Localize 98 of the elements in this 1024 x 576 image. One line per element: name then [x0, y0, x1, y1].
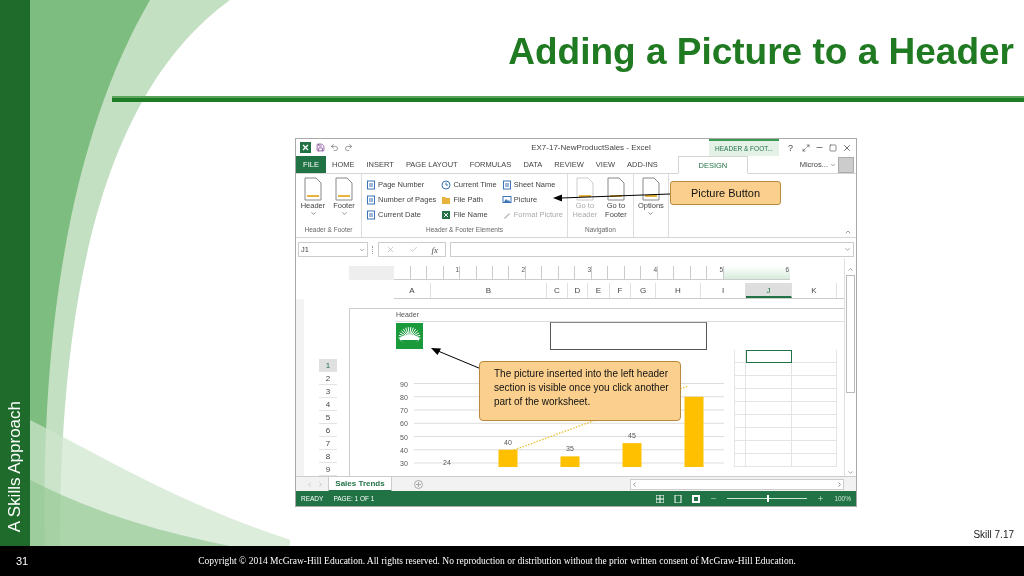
logo-icon — [396, 323, 423, 349]
cancel-icon[interactable] — [385, 245, 395, 254]
grid-cell[interactable] — [746, 454, 792, 467]
window-title: EX7-17-NewProductSales - Excel — [530, 143, 652, 152]
grid-cell[interactable] — [792, 350, 837, 363]
picture-icon — [501, 194, 512, 205]
next-sheet-icon[interactable] — [317, 480, 324, 488]
bar — [622, 443, 642, 467]
grid-cell[interactable] — [735, 389, 746, 402]
grid-cell[interactable] — [792, 389, 837, 402]
expand-icon[interactable] — [844, 246, 851, 253]
zoom-out-icon[interactable] — [710, 495, 718, 502]
formula-input[interactable] — [450, 242, 854, 257]
maximize-icon[interactable] — [829, 143, 837, 152]
document-icon — [334, 177, 354, 201]
column-header[interactable]: B — [431, 283, 547, 298]
column-header[interactable]: E — [588, 283, 610, 298]
scroll-left-icon[interactable] — [631, 480, 638, 488]
column-header[interactable]: F — [610, 283, 631, 298]
app-icon — [300, 142, 311, 153]
grid-cell[interactable] — [792, 441, 837, 454]
grid-cell[interactable] — [735, 441, 746, 454]
slide-number: 31 — [15, 555, 30, 567]
scroll-down-icon[interactable] — [847, 469, 854, 476]
document-icon — [640, 177, 661, 201]
horizontal-scrollbar[interactable] — [630, 478, 844, 490]
zoom-slider-thumb[interactable] — [767, 495, 770, 502]
column-header[interactable]: J — [746, 283, 792, 298]
row-header[interactable]: 1 — [319, 359, 337, 372]
grid-cell[interactable] — [792, 363, 837, 376]
document-icon — [366, 194, 376, 205]
column-header[interactable]: H — [656, 283, 701, 298]
enter-icon[interactable] — [408, 245, 418, 254]
grid-cell[interactable] — [746, 376, 792, 389]
grid-cell[interactable] — [746, 428, 792, 441]
grid-cell[interactable] — [735, 363, 746, 376]
grid-cell[interactable] — [746, 350, 792, 363]
header-section-field[interactable] — [550, 322, 707, 350]
redo-icon[interactable] — [344, 143, 353, 152]
insert-function-button[interactable]: fx — [431, 244, 439, 255]
save-icon[interactable] — [316, 143, 325, 152]
grid-cell[interactable] — [746, 415, 792, 428]
ruler-margin — [349, 266, 394, 280]
column-header[interactable]: D — [568, 283, 588, 298]
page-break-view-icon[interactable] — [692, 494, 701, 503]
ribbon-display-icon[interactable] — [802, 143, 810, 152]
grid-cell[interactable] — [735, 415, 746, 428]
caret-icon — [359, 246, 365, 253]
vertical-scrollbar[interactable] — [844, 258, 856, 476]
grid-cell[interactable] — [735, 454, 746, 467]
sheet-tab[interactable]: Sales Trends — [328, 476, 392, 492]
grid-cell[interactable] — [746, 402, 792, 415]
folder-icon — [441, 194, 452, 205]
document-icon — [574, 177, 595, 201]
grid-cell[interactable] — [735, 350, 746, 363]
grid-cell[interactable] — [746, 389, 792, 402]
previous-sheet-icon[interactable] — [306, 480, 313, 488]
scroll-up-icon[interactable] — [847, 266, 854, 273]
add-sheet-icon[interactable] — [414, 479, 423, 489]
collapse-icon[interactable] — [844, 228, 852, 236]
callout: The picture inserted into the left header section is visible once you click another part of the worksheet. — [479, 361, 681, 421]
grid-cell[interactable] — [735, 376, 746, 389]
document-icon — [501, 179, 512, 190]
document-icon — [366, 209, 376, 220]
grid-cell[interactable] — [735, 428, 746, 441]
close-icon[interactable] — [842, 142, 852, 153]
scroll-right-icon[interactable] — [836, 480, 843, 488]
caret-icon — [830, 161, 836, 168]
grid-cell[interactable] — [746, 441, 792, 454]
callout: Picture Button — [670, 181, 781, 205]
grid-cell[interactable] — [792, 402, 837, 415]
scroll-thumb[interactable] — [846, 275, 855, 393]
help-button[interactable]: ? — [784, 142, 797, 153]
undo-icon[interactable] — [330, 143, 339, 152]
clock-icon — [441, 179, 452, 190]
grid-cell[interactable] — [735, 402, 746, 415]
column-header[interactable]: A — [394, 283, 431, 298]
normal-view-icon[interactable] — [656, 494, 665, 503]
document-icon — [605, 177, 626, 201]
grid-cell[interactable] — [792, 428, 837, 441]
column-header[interactable]: K — [792, 283, 837, 298]
skill-number: Skill 7.17 — [973, 529, 1014, 540]
page-layout-view-icon[interactable] — [674, 494, 683, 503]
side-label: A Skills Approach — [5, 400, 25, 532]
grid-cell[interactable] — [792, 376, 837, 389]
zoom-in-icon[interactable] — [817, 495, 825, 502]
slide-title: Adding a Picture to a Header — [508, 31, 1014, 73]
column-header[interactable]: G — [631, 283, 656, 298]
document-icon — [303, 177, 323, 201]
bar — [684, 396, 704, 467]
grid-cell[interactable] — [746, 363, 792, 376]
document-icon — [366, 179, 376, 190]
grid-cell[interactable] — [792, 454, 837, 467]
copyright-text: Copyright © 2014 McGraw-Hill Education. All rights reserved. No reproduction or distribution without the prior written consent of McGraw-Hill Education. — [197, 556, 797, 566]
spreadsheet-icon — [441, 209, 452, 220]
grid-cell[interactable] — [792, 415, 837, 428]
bar — [560, 456, 580, 467]
column-header[interactable]: C — [547, 283, 568, 298]
